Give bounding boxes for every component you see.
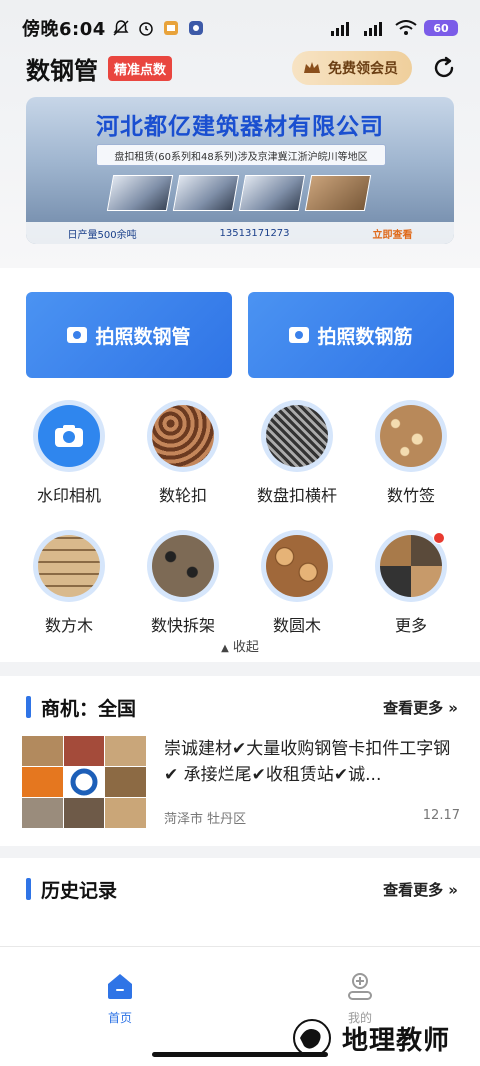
quick-frame-image-icon (152, 535, 214, 597)
banner-product-images (106, 175, 372, 211)
section-accent-bar (26, 696, 31, 718)
collapse-label: 收起 (232, 640, 259, 655)
tool-label: 数盘扣横杆 (256, 486, 337, 505)
tool-label: 数快拆架 (150, 616, 215, 635)
history-header: 历史记录 查看更多 » (26, 874, 458, 904)
photo-count-rebar-button[interactable]: 拍照数钢筋 (248, 292, 454, 378)
tool-icon-ring (33, 400, 105, 472)
banner-product-image (238, 175, 306, 211)
alarm-icon (139, 22, 153, 36)
refresh-icon (434, 56, 454, 78)
business-item-location: 菏泽市 牡丹区 (164, 812, 247, 827)
camera-icon (67, 327, 88, 343)
tool-label: 更多 (394, 616, 427, 635)
company-logo (63, 767, 105, 797)
tool-label: 数轮扣 (158, 486, 207, 505)
battery-indicator: 60 (424, 20, 458, 36)
disc-crossbar-image-icon (266, 405, 328, 467)
business-item-date: 12.17 (422, 808, 460, 823)
more-tools-image-icon (380, 535, 442, 597)
camera-icon (38, 405, 100, 467)
business-title: 商机：全国 (41, 697, 137, 720)
tool-watermark-camera[interactable]: 水印相机 (12, 400, 126, 506)
tool-label: 数圆木 (272, 616, 321, 635)
tool-icon-ring (261, 400, 333, 472)
app-header: 数钢管 精准点数 免费领会员 (26, 50, 458, 86)
banner-phone: 13513171273 (219, 227, 290, 239)
collapse-toggle[interactable]: ▲ 收起 (0, 636, 480, 655)
new-badge-dot (433, 532, 445, 544)
tool-icon-ring (147, 530, 219, 602)
app-notification-icon-2 (188, 21, 203, 35)
banner-product-image (304, 175, 372, 211)
wifi-icon (395, 20, 417, 35)
photo-count-pipe-label: 拍照数钢管 (95, 325, 191, 348)
accurate-count-tag: 精准点数 (108, 55, 173, 81)
history-more-link[interactable]: 查看更多 » (383, 879, 458, 900)
caret-up-icon: ▲ (221, 643, 229, 654)
business-more-link[interactable]: 查看更多 » (383, 697, 458, 718)
camera-icon (289, 327, 310, 343)
tool-count-wheel-clamp[interactable]: 数轮扣 (126, 400, 240, 506)
banner-product-image (106, 175, 174, 211)
tool-count-quick-frame[interactable]: 数快拆架 (126, 530, 240, 636)
square-timber-image-icon (38, 535, 100, 597)
tool-icon-ring (33, 530, 105, 602)
tool-count-bamboo-stick[interactable]: 数竹签 (354, 400, 468, 506)
tool-icon-ring (147, 400, 219, 472)
crown-icon (304, 62, 320, 73)
banner-footer: 日产量500余吨 13513171273 立即查看 (26, 222, 454, 244)
bamboo-stick-image-icon (380, 405, 442, 467)
tool-icon-ring (261, 530, 333, 602)
home-icon (108, 974, 132, 999)
mute-bell-icon (113, 20, 129, 36)
tool-icon-ring (375, 530, 447, 602)
status-bar: 傍晚6:04 60 (0, 0, 480, 56)
banner-subtitle: 盘扣租赁(60系列和48系列)涉及京津冀江浙沪皖川等地区 (96, 144, 386, 166)
ad-banner[interactable]: 河北都亿建筑器材有限公司 盘扣租赁(60系列和48系列)涉及京津冀江浙沪皖川等地… (26, 97, 454, 244)
tools-section: 拍照数钢管 拍照数钢筋 水印相机 数轮扣 数盘扣横杆 数竹签 数方木 数快拆架 … (0, 268, 480, 662)
watermark-text: 地理教师 (342, 1025, 451, 1056)
section-accent-bar (26, 878, 31, 900)
signal-icon-2 (364, 22, 382, 36)
history-section: 历史记录 查看更多 » (0, 858, 480, 946)
app-notification-icon (163, 21, 178, 35)
wheel-clamp-image-icon (152, 405, 214, 467)
banner-product-image (172, 175, 240, 211)
tool-icon-ring (375, 400, 447, 472)
tool-count-disc-crossbar[interactable]: 数盘扣横杆 (240, 400, 354, 506)
history-title: 历史记录 (41, 879, 118, 902)
business-item-text[interactable]: 崇诚建材✔大量收购钢管卡扣件工字钢✔ 承接烂尾✔收租赁站✔诚... (164, 736, 460, 788)
business-header: 商机：全国 查看更多 » (26, 692, 458, 722)
photo-count-rebar-label: 拍照数钢筋 (317, 325, 413, 348)
tab-home[interactable]: 首页 (80, 971, 160, 1026)
round-log-image-icon (266, 535, 328, 597)
profile-icon (348, 973, 372, 1000)
banner-cta[interactable]: 立即查看 (373, 226, 413, 241)
signal-icon (331, 22, 349, 36)
tool-count-round-log[interactable]: 数圆木 (240, 530, 354, 636)
tool-label: 水印相机 (36, 486, 101, 505)
tab-home-label: 首页 (107, 1011, 132, 1025)
tool-label: 数方木 (44, 616, 93, 635)
tool-count-square-timber[interactable]: 数方木 (12, 530, 126, 636)
free-vip-label: 免费领会员 (328, 61, 398, 77)
refresh-button[interactable] (430, 54, 458, 82)
home-indicator[interactable] (152, 1052, 328, 1057)
business-thumbnail[interactable] (22, 736, 146, 828)
tool-label: 数竹签 (386, 486, 435, 505)
app-title: 数钢管 (26, 56, 98, 85)
banner-output: 日产量500余吨 (67, 229, 137, 241)
banner-title: 河北都亿建筑器材有限公司 (96, 114, 384, 140)
status-time: 傍晚6:04 (22, 19, 106, 40)
business-section: 商机：全国 查看更多 » 崇诚建材✔大量收购钢管卡扣件工字钢✔ 承接烂尾✔收租赁… (0, 676, 480, 846)
free-vip-button[interactable]: 免费领会员 (292, 51, 412, 85)
photo-count-pipe-button[interactable]: 拍照数钢管 (26, 292, 232, 378)
tool-more[interactable]: 更多 (354, 530, 468, 636)
